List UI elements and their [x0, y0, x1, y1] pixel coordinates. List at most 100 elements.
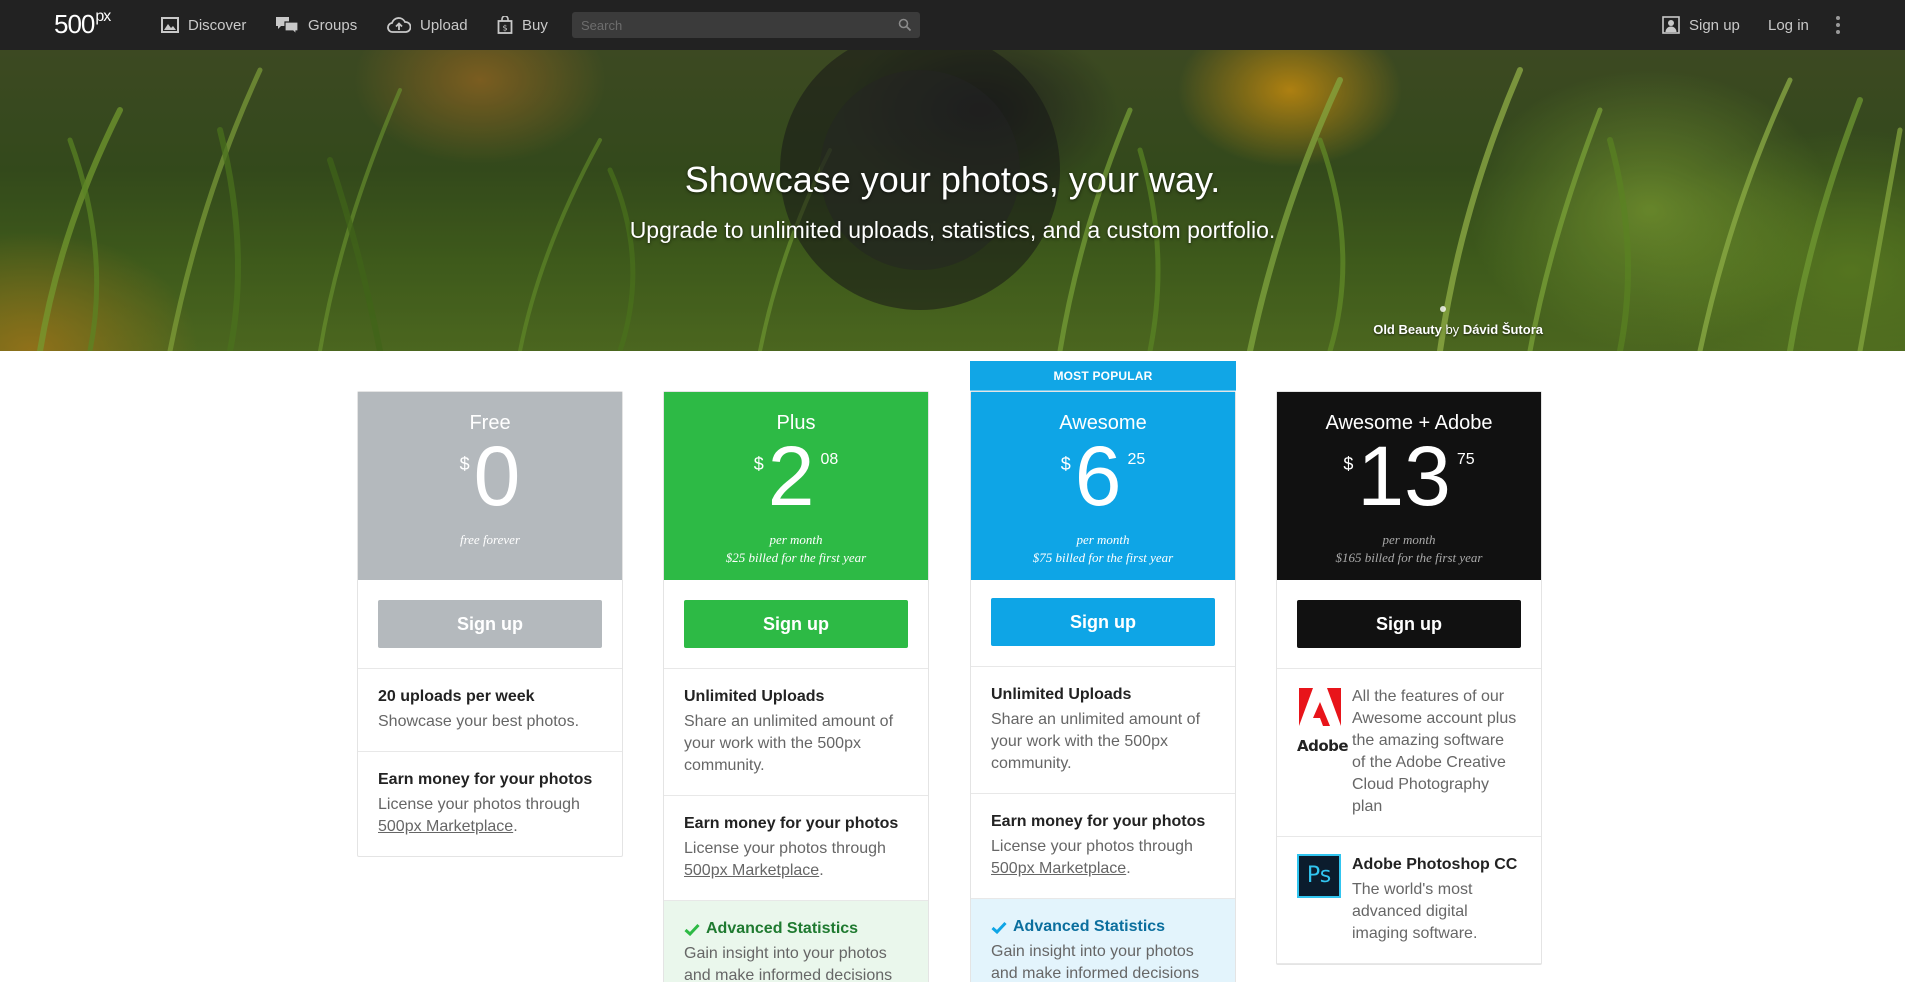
shopping-bag-icon: $ [497, 16, 513, 34]
feature-title: Unlimited Uploads [991, 686, 1132, 703]
plan-price: $ 0 [358, 434, 622, 518]
feature-desc: License your photos through 500px Marketp… [378, 796, 580, 835]
signup-awesome-button[interactable]: Sign up [991, 598, 1215, 646]
plan-period: per month $25 billed for the first year [725, 532, 867, 565]
svg-text:$: $ [502, 24, 507, 33]
signup-adobe-button[interactable]: Sign up [1297, 600, 1521, 648]
price-cents: 25 [1127, 451, 1146, 468]
feature-photoshop: Ps Adobe Photoshop CC The world's most a… [1277, 837, 1541, 964]
price-cents: 75 [1456, 451, 1475, 468]
nav-groups-label: Groups [308, 16, 358, 34]
feature-title: Advanced Statistics [684, 918, 908, 940]
feature-earn-money: Earn money for your photos License your … [664, 796, 928, 901]
plan-price: $ 13 75 [1277, 434, 1541, 518]
nav-signup[interactable]: Sign up [1662, 0, 1740, 50]
price-currency: $ [1343, 454, 1354, 474]
nav-upload[interactable]: Upload [387, 0, 468, 50]
price-amount: 6 [1074, 429, 1122, 523]
user-icon [1662, 16, 1680, 34]
plan-card-plus: Plus $ 2 08 per month $25 billed for the … [663, 391, 929, 982]
feature-advanced-statistics: Advanced Statistics Gain insight into yo… [664, 901, 928, 982]
feature-adobe-creative-cloud: Adobe All the features of our Awesome ac… [1277, 669, 1541, 837]
adobe-logo-icon: Adobe [1297, 686, 1349, 818]
nav-discover[interactable]: Discover [161, 0, 246, 50]
price-cents: 08 [820, 451, 839, 468]
chat-bubbles-icon [275, 16, 299, 34]
most-popular-badge: MOST POPULAR [970, 361, 1236, 391]
price-amount: 2 [767, 429, 815, 523]
feature-uploads: 20 uploads per week Showcase your best p… [358, 669, 622, 752]
nav-discover-label: Discover [188, 16, 247, 34]
plan-header-adobe: Awesome + Adobe $ 13 75 per month $165 bi… [1277, 392, 1541, 580]
signup-plus-button[interactable]: Sign up [684, 600, 908, 648]
feature-advanced-statistics: Advanced Statistics Gain insight into yo… [971, 899, 1235, 982]
checkmark-icon [991, 921, 1007, 934]
price-currency: $ [753, 454, 764, 474]
feature-desc: Gain insight into your photos and make i… [991, 943, 1200, 982]
photoshop-label: Ps [1297, 854, 1341, 898]
feature-desc: License your photos through 500px Marketp… [991, 838, 1193, 877]
checkmark-icon [684, 923, 700, 936]
feature-title: Advanced Statistics [991, 916, 1215, 938]
credit-by: by [1445, 322, 1460, 337]
plan-header-plus: Plus $ 2 08 per month $25 billed for the … [664, 392, 928, 580]
plan-price: $ 2 08 [664, 434, 928, 518]
credit-photo-title[interactable]: Old Beauty [1373, 322, 1442, 337]
feature-title: Earn money for your photos [991, 813, 1206, 830]
carousel-dot[interactable] [1440, 306, 1446, 312]
feature-desc: Share an unlimited amount of your work w… [991, 711, 1201, 772]
feature-desc: Share an unlimited amount of your work w… [684, 713, 894, 774]
price-amount: 0 [473, 429, 521, 523]
price-currency: $ [459, 454, 470, 474]
plan-card-awesome: Awesome $ 6 25 per month $75 billed for t… [970, 391, 1236, 982]
feature-title: Earn money for your photos [378, 771, 593, 788]
nav-buy-label: Buy [522, 16, 548, 34]
price-currency: $ [1060, 454, 1071, 474]
more-menu-icon[interactable] [1834, 14, 1842, 36]
feature-title: 20 uploads per week [378, 688, 535, 705]
feature-title: Earn money for your photos [684, 815, 899, 832]
photo-credit: Old Beauty by Dávid Šutora [1373, 322, 1543, 337]
feature-earn-money: Earn money for your photos License your … [358, 752, 622, 856]
feature-title: Adobe Photoshop CC [1352, 856, 1518, 873]
hero-title: Showcase your photos, your way. [684, 159, 1221, 200]
search-input[interactable] [572, 17, 892, 33]
feature-desc: Gain insight into your photos and make i… [684, 945, 893, 982]
plan-card-adobe: Awesome + Adobe $ 13 75 per month $165 bi… [1276, 391, 1542, 965]
logo-500px[interactable]: 500 px [54, 8, 111, 40]
cloud-upload-icon [387, 16, 411, 34]
credit-author[interactable]: Dávid Šutora [1463, 322, 1543, 337]
logo-sup: px [95, 8, 111, 25]
nav-signup-label: Sign up [1689, 16, 1740, 34]
plan-period: per month $165 billed for the first year [1335, 532, 1483, 565]
plan-period: per month $75 billed for the first year [1032, 532, 1174, 565]
nav-groups[interactable]: Groups [275, 0, 357, 50]
image-icon [161, 17, 179, 33]
search-icon[interactable] [898, 18, 912, 37]
search-box [572, 12, 920, 38]
marketplace-link[interactable]: 500px Marketplace [378, 818, 513, 835]
feature-desc: All the features of our Awesome account … [1352, 688, 1517, 815]
marketplace-link[interactable]: 500px Marketplace [991, 860, 1126, 877]
feature-title: Unlimited Uploads [684, 688, 825, 705]
plan-card-free: Free $ 0 free forever Sign up 20 uploads… [357, 391, 623, 857]
feature-desc: The world's most advanced digital imagin… [1352, 881, 1478, 942]
nav-buy[interactable]: $ Buy [497, 0, 548, 50]
feature-earn-money: Earn money for your photos License your … [971, 794, 1235, 899]
nav-upload-label: Upload [420, 16, 468, 34]
adobe-logo-text: Adobe [1297, 737, 1349, 755]
plan-period: free forever [459, 532, 521, 547]
price-amount: 13 [1357, 429, 1451, 523]
nav-login-label: Log in [1768, 16, 1809, 34]
nav-login[interactable]: Log in [1768, 0, 1809, 50]
signup-free-button[interactable]: Sign up [378, 600, 602, 648]
hero-banner: Showcase your photos, your way. Upgrade … [0, 50, 1905, 351]
feature-desc: Showcase your best photos. [378, 713, 580, 730]
plan-price: $ 6 25 [971, 434, 1235, 518]
feature-desc: License your photos through 500px Marketp… [684, 840, 886, 879]
logo-text: 500 [54, 9, 95, 39]
marketplace-link[interactable]: 500px Marketplace [684, 862, 819, 879]
plan-header-free: Free $ 0 free forever [358, 392, 622, 580]
hero-subtitle: Upgrade to unlimited uploads, statistics… [629, 217, 1276, 243]
plan-header-awesome: Awesome $ 6 25 per month $75 billed for t… [971, 392, 1235, 580]
